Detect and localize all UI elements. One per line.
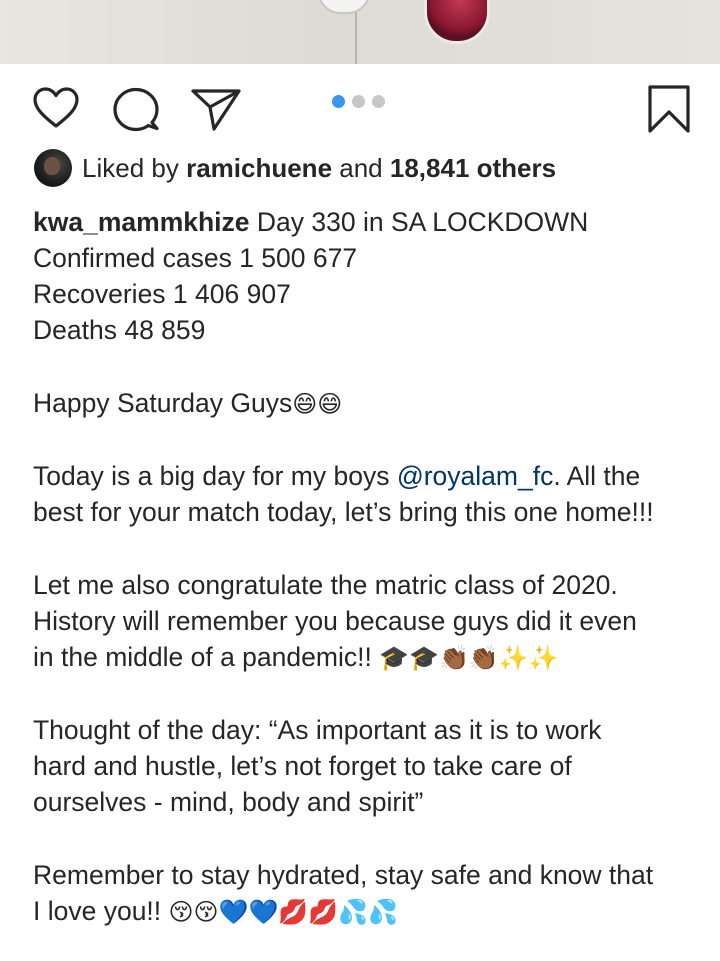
shoe-right: [424, 0, 490, 44]
post-image[interactable]: [0, 0, 720, 64]
liked-by-prefix: Liked by: [82, 153, 179, 183]
caption-text: Confirmed cases 1 500 677: [33, 243, 358, 273]
post-caption: kwa_mammkhize Day 330 in SA LOCKDOWN Con…: [33, 204, 693, 929]
caption-text: best for your match today, let’s bring t…: [33, 497, 654, 527]
carousel-dot: [352, 95, 365, 108]
caption-text: ourselves - mind, body and spirit”: [33, 787, 424, 817]
caption-text: History will remember you because guys d…: [33, 606, 637, 636]
emoji: 🎓🎓👏🏾👏🏾✨✨: [379, 644, 559, 672]
mention-link[interactable]: @royalam_fc: [397, 461, 554, 491]
carousel-dot: [372, 95, 385, 108]
liked-by-row[interactable]: Liked by ramichuene and 18,841 others: [34, 149, 556, 187]
carousel-indicator: [332, 95, 385, 108]
caption-text: Remember to stay hydrated, stay safe and…: [33, 860, 654, 890]
comment-icon[interactable]: [112, 86, 160, 132]
post-action-bar: [0, 82, 720, 134]
liked-by-and: and: [339, 153, 383, 183]
avatar[interactable]: [34, 149, 72, 187]
heart-icon[interactable]: [32, 86, 80, 130]
caption-text: Recoveries 1 406 907: [33, 279, 291, 309]
liked-by-text[interactable]: Liked by ramichuene and 18,841 others: [82, 151, 556, 185]
shoe-left: [318, 0, 370, 14]
caption-text: Day 330 in SA LOCKDOWN: [256, 207, 589, 237]
caption-text: hard and hustle, let’s not forget to tak…: [33, 751, 572, 781]
caption-username[interactable]: kwa_mammkhize: [33, 207, 250, 237]
caption-text: I love you!!: [33, 896, 169, 926]
likes-count[interactable]: 18,841 others: [390, 153, 556, 183]
caption-text: Let me also congratulate the matric clas…: [33, 570, 618, 600]
emoji: 😚😚💙💙💋💋💦💦: [168, 898, 398, 926]
bookmark-icon[interactable]: [646, 84, 692, 134]
caption-text: Today is a big day for my boys: [33, 461, 397, 491]
caption-text: Deaths 48 859: [33, 315, 206, 345]
caption-text: . All the: [553, 461, 641, 491]
caption-text: Happy Saturday Guys: [33, 388, 293, 418]
paper-plane-icon[interactable]: [190, 86, 242, 132]
liked-by-user[interactable]: ramichuene: [186, 153, 332, 183]
carousel-dot-active: [332, 95, 345, 108]
caption-text: Thought of the day: “As important as it …: [33, 715, 602, 745]
caption-text: in the middle of a pandemic!!: [33, 642, 380, 672]
emoji: 😄😄: [292, 390, 343, 418]
